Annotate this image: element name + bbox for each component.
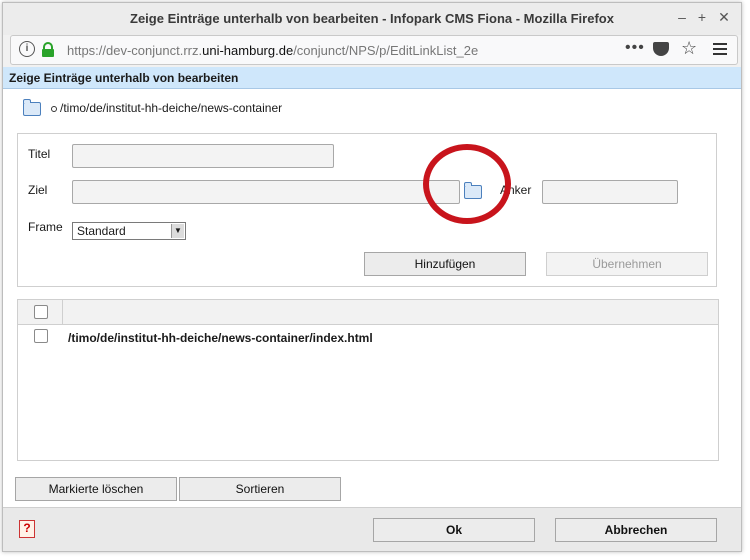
entry-list: /timo/de/institut-hh-deiche/news-contain… (17, 299, 719, 461)
row-checkbox[interactable] (34, 329, 48, 343)
frame-selected-value: Standard (77, 224, 126, 238)
anker-input[interactable] (542, 180, 678, 204)
address-bar[interactable]: i https://dev-conjunct.rrz.uni-hamburg.d… (10, 35, 738, 65)
dialog-footer: ? Ok Abbrechen (3, 507, 741, 551)
lock-icon (42, 42, 54, 57)
delete-marked-button[interactable]: Markierte löschen (15, 477, 177, 501)
bullet-icon (51, 105, 57, 112)
title-bar: Zeige Einträge unterhalb von bearbeiten … (3, 3, 741, 35)
add-button[interactable]: Hinzufügen (364, 252, 526, 276)
close-button[interactable]: ✕ (715, 9, 733, 26)
url-text[interactable]: https://dev-conjunct.rrz.uni-hamburg.de/… (67, 43, 478, 58)
menu-icon[interactable] (713, 43, 727, 58)
page-title: Zeige Einträge unterhalb von bearbeiten (3, 67, 741, 89)
dropdown-arrow-icon[interactable]: ▼ (171, 224, 184, 238)
page-content: Zeige Einträge unterhalb von bearbeiten … (3, 67, 741, 551)
info-icon[interactable]: i (19, 41, 35, 57)
frame-label: Frame (28, 220, 63, 234)
url-domain: uni-hamburg.de (202, 43, 294, 58)
bookmark-star-icon[interactable]: ☆ (681, 38, 697, 59)
select-all-checkbox[interactable] (34, 305, 48, 319)
link-form: Titel Ziel Anker Frame Standard ▼ Hinzuf… (17, 133, 717, 287)
folder-icon[interactable] (23, 98, 41, 116)
header-divider (62, 300, 63, 324)
window-title: Zeige Einträge unterhalb von bearbeiten … (130, 11, 614, 26)
minimize-button[interactable]: – (673, 9, 691, 25)
page-actions-icon[interactable]: ••• (625, 39, 645, 57)
frame-select[interactable]: Standard ▼ (72, 222, 186, 240)
url-suffix: /conjunct/NPS/p/EditLinkList_2e (293, 43, 479, 58)
ziel-input[interactable] (72, 180, 460, 204)
list-header (18, 300, 718, 325)
help-icon[interactable]: ? (19, 520, 35, 538)
maximize-button[interactable]: + (693, 9, 711, 25)
pocket-icon[interactable] (653, 42, 669, 56)
list-item[interactable]: /timo/de/institut-hh-deiche/news-contain… (68, 331, 373, 345)
url-prefix: https://dev-conjunct.rrz. (67, 43, 203, 58)
path-text: /timo/de/institut-hh-deiche/news-contain… (60, 101, 283, 115)
titel-label: Titel (28, 147, 51, 161)
path-breadcrumb: /timo/de/institut-hh-deiche/news-contain… (23, 98, 283, 116)
browser-window: Zeige Einträge unterhalb von bearbeiten … (2, 2, 742, 552)
annotation-circle (423, 144, 511, 224)
ok-button[interactable]: Ok (373, 518, 535, 542)
ziel-label: Ziel (28, 183, 48, 197)
titel-input[interactable] (72, 144, 334, 168)
sort-button[interactable]: Sortieren (179, 477, 341, 501)
cancel-button[interactable]: Abbrechen (555, 518, 717, 542)
apply-button[interactable]: Übernehmen (546, 252, 708, 276)
